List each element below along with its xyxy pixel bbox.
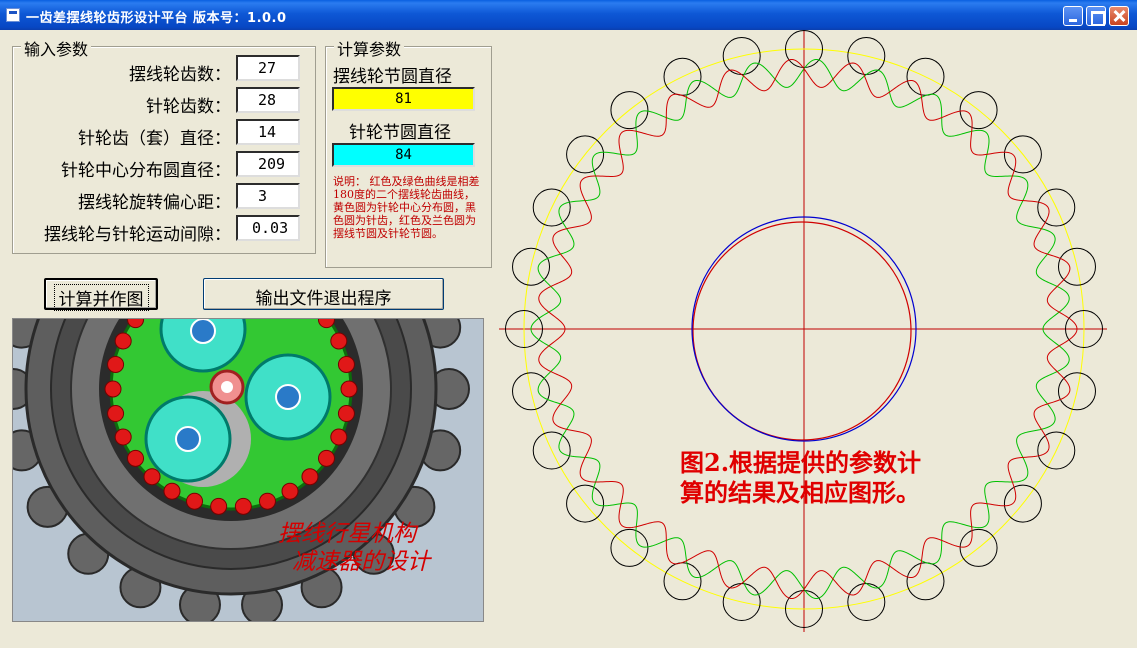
calculate-button-label: 计算并作图 [53,284,149,311]
pin-ball [104,380,122,398]
gear-illustration [13,319,483,621]
title-bar[interactable]: 一齿差摆线轮齿形设计平台 版本号：1.0.0 [0,0,1137,30]
maximize-button[interactable] [1086,6,1106,26]
clearance-label: 摆线轮与针轮运动间隙： [44,225,231,245]
cycloid-pitch-circle [692,221,912,441]
pin-ball [258,492,276,510]
pin-ball [210,497,228,515]
pin-diameter-input[interactable]: 14 [236,119,300,145]
gear-caption-line-1: 摆线行星机构 [278,521,416,547]
pin-ball [337,355,355,373]
figure-caption: 图2.根据提供的参数计算的结果及相应图形。 [680,448,922,507]
pin-ball [114,428,132,446]
export-and-exit-button[interactable]: 输出文件退出程序 [203,278,444,310]
gear-image-caption: 摆线行星机构 减速器的设计 [278,520,430,576]
legend-note: 说明： 红色及绿色曲线是相差180度的二个摆线轮齿曲线，黄色圆为针轮中心分布圆，… [333,175,480,240]
pin-center-circle-input[interactable]: 209 [236,151,300,177]
tooth-profile-drawing [499,30,1107,632]
app-icon [6,8,20,22]
pin-pitch-label: 针轮节圆直径 [349,123,451,143]
pin-diameter-label: 针轮齿（套）直径： [78,129,231,149]
eccentricity-label: 摆线轮旋转偏心距： [78,193,231,213]
pin-ball [143,468,161,486]
pin-ball [163,482,181,500]
pin-ball [234,497,252,515]
pin-ball [114,332,132,350]
pin-ball [186,492,204,510]
pin-ball [281,482,299,500]
minimize-button[interactable] [1063,6,1083,26]
eccentricity-input[interactable]: 3 [236,183,300,209]
input-group-title: 输入参数 [21,36,92,60]
pin-teeth-label: 针轮齿数： [146,97,231,117]
calculate-and-draw-button[interactable]: 计算并作图 [44,278,158,311]
clearance-input[interactable]: 0.03 [236,215,300,241]
calc-group-title: 计算参数 [334,36,405,60]
cycloid-pitch-label: 摆线轮节圆直径 [333,67,452,87]
pin-center-circle-label: 针轮中心分布圆直径： [61,161,231,181]
pin-ball [330,428,348,446]
pin-pitch-value: 84 [332,143,475,167]
cycloid-pitch-value: 81 [332,87,475,111]
pin-ball [330,332,348,350]
gear-reducer-image [12,318,484,622]
gear-caption-line-2: 减速器的设计 [292,549,430,575]
close-button[interactable] [1109,6,1129,26]
pin-teeth-input[interactable]: 28 [236,87,300,113]
pin-ball [337,405,355,423]
pin-ball [301,468,319,486]
cycloid-teeth-input[interactable]: 27 [236,55,300,81]
pin-ball [107,405,125,423]
window-title: 一齿差摆线轮齿形设计平台 版本号：1.0.0 [26,11,287,26]
pin-ball [127,449,145,467]
cycloid-teeth-label: 摆线轮齿数： [129,65,231,85]
pin-ball [340,380,358,398]
pin-ball [317,449,335,467]
pin-ball [107,355,125,373]
